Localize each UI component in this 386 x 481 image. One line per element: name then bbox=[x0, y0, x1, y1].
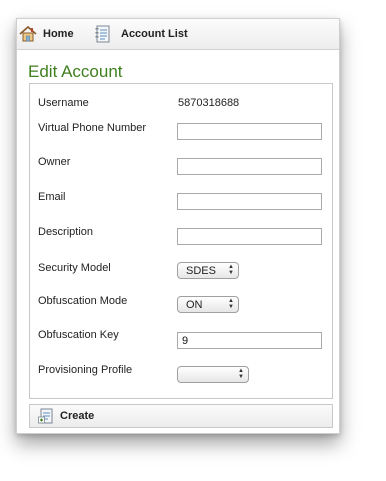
security-model-selected-value: SDES bbox=[186, 264, 216, 277]
owner-label: Owner bbox=[38, 156, 71, 168]
top-navigation-bar: Home Account List bbox=[17, 19, 339, 50]
security-model-select[interactable]: SDES ▲ ▼ bbox=[177, 262, 239, 279]
home-nav-link[interactable]: Home bbox=[19, 19, 74, 49]
description-field[interactable] bbox=[177, 228, 322, 245]
account-list-nav-link[interactable]: Account List bbox=[95, 19, 188, 49]
security-model-label: Security Model bbox=[38, 262, 111, 274]
obfuscation-mode-selected-value: ON bbox=[186, 298, 203, 311]
email-label: Email bbox=[38, 191, 66, 203]
provisioning-profile-select[interactable]: ▲ ▼ bbox=[177, 366, 249, 383]
edit-account-window: Home Account List Edit Account Username … bbox=[16, 18, 340, 434]
home-icon bbox=[19, 25, 37, 42]
select-updown-arrows-icon: ▲ ▼ bbox=[228, 298, 234, 310]
account-form: Username 5870318688 Virtual Phone Number… bbox=[29, 83, 333, 399]
obfuscation-key-label: Obfuscation Key bbox=[38, 329, 119, 341]
email-field[interactable] bbox=[177, 193, 322, 210]
account-list-nav-label: Account List bbox=[121, 28, 188, 40]
virtual-phone-number-field[interactable] bbox=[177, 123, 322, 140]
username-value: 5870318688 bbox=[178, 97, 240, 109]
select-updown-arrows-icon: ▲ ▼ bbox=[228, 264, 234, 276]
select-updown-arrows-icon: ▲ ▼ bbox=[238, 368, 244, 380]
obfuscation-mode-label: Obfuscation Mode bbox=[38, 295, 128, 307]
obfuscation-key-field[interactable] bbox=[177, 332, 322, 349]
home-nav-label: Home bbox=[43, 28, 74, 40]
page-title: Edit Account bbox=[28, 62, 123, 81]
owner-field[interactable] bbox=[177, 158, 322, 175]
document-list-icon bbox=[95, 25, 110, 43]
virtual-phone-number-label: Virtual Phone Number bbox=[38, 122, 147, 134]
create-button-label: Create bbox=[60, 410, 95, 422]
create-button[interactable]: Create bbox=[29, 404, 333, 428]
create-document-icon bbox=[38, 408, 53, 424]
username-label: Username bbox=[38, 97, 89, 109]
provisioning-profile-label: Provisioning Profile bbox=[38, 364, 133, 376]
description-label: Description bbox=[38, 226, 94, 238]
obfuscation-mode-select[interactable]: ON ▲ ▼ bbox=[177, 296, 239, 313]
